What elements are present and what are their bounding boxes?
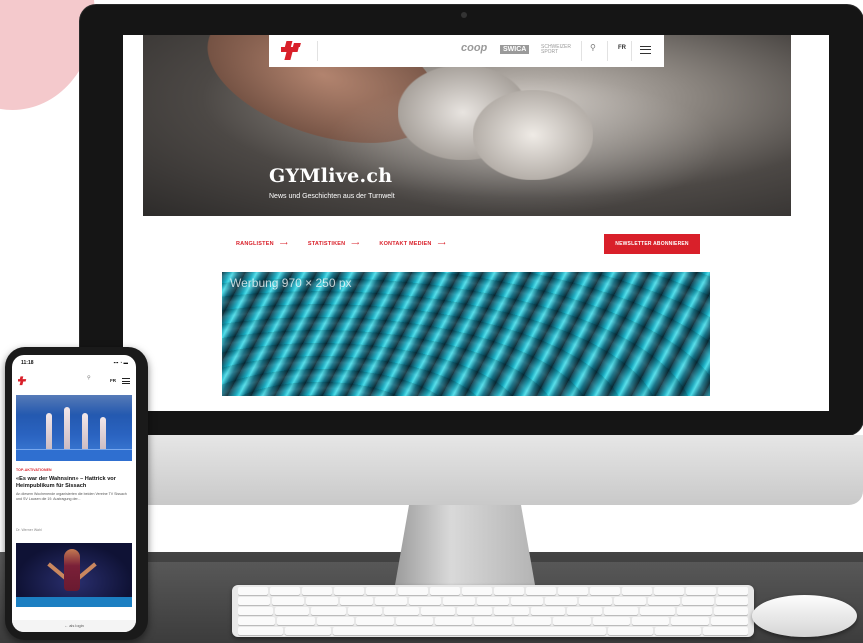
link-kontakt-medien[interactable]: KONTAKT MEDIEN ⟶ bbox=[379, 241, 445, 247]
language-switch[interactable]: FR bbox=[110, 378, 116, 383]
ad-label: Werbung 970 × 250 px bbox=[230, 276, 352, 290]
article-author: Dr. Werner Wahl bbox=[16, 528, 42, 532]
article-title[interactable]: «Es war der Wahnsinn» – Hattrick vor Hei… bbox=[16, 476, 132, 490]
phone-bottom-bar: ← als login bbox=[12, 620, 136, 632]
newsletter-button[interactable]: NEWSLETTER ABONNIEREN bbox=[604, 234, 700, 254]
article-image[interactable] bbox=[16, 395, 132, 461]
phone-status-icons: ▪▪▪ ◔ ▬ bbox=[113, 360, 128, 365]
language-switch[interactable]: FR bbox=[618, 45, 626, 51]
product-mockup: GYMlive.ch News und Geschichten aus der … bbox=[0, 0, 863, 643]
article-tag[interactable]: TOP-AKTIVATIONEN bbox=[16, 468, 52, 472]
camera-dot bbox=[461, 12, 467, 18]
site-title: GYMlive.ch bbox=[269, 165, 393, 187]
ad-banner[interactable]: Werbung 970 × 250 px bbox=[222, 272, 710, 396]
search-icon[interactable]: ⚲ bbox=[87, 375, 91, 381]
stv-logo-icon[interactable] bbox=[18, 375, 30, 387]
stv-logo-icon[interactable] bbox=[281, 39, 307, 63]
site-subtitle: News und Geschichten aus der Turnwelt bbox=[269, 193, 395, 200]
phone-time: 11:18 bbox=[21, 360, 34, 366]
article-image[interactable] bbox=[16, 543, 132, 607]
search-icon[interactable]: ⚲ bbox=[590, 43, 596, 52]
menu-icon[interactable] bbox=[640, 46, 651, 54]
link-ranglisten[interactable]: RANGLISTEN ⟶ bbox=[236, 241, 288, 247]
desktop-screen: GYMlive.ch News und Geschichten aus der … bbox=[123, 35, 829, 411]
sponsor-coop[interactable]: coop bbox=[461, 42, 487, 54]
sponsor-schweizer-sport[interactable]: SCHWEIZER SPORT bbox=[541, 45, 573, 55]
imac-chin bbox=[84, 435, 863, 505]
imac-stand bbox=[395, 505, 535, 585]
mouse bbox=[752, 595, 857, 637]
menu-icon[interactable] bbox=[122, 378, 130, 384]
keyboard bbox=[232, 585, 754, 637]
phone-screen: 11:18 ▪▪▪ ◔ ▬ ⚲ FR TOP-AKTIVATIONEN «Es … bbox=[12, 355, 136, 632]
article-teaser: An diesem Wochenende organisierten die b… bbox=[16, 492, 127, 501]
quick-links: RANGLISTEN ⟶ STATISTIKEN ⟶ KONTAKT MEDIEN ⟶ bbox=[236, 241, 446, 247]
sponsor-swica[interactable]: SWICA bbox=[500, 45, 530, 54]
top-navbar: coop SWICA SCHWEIZER SPORT ⚲ FR bbox=[269, 35, 664, 67]
link-statistiken[interactable]: STATISTIKEN ⟶ bbox=[308, 241, 360, 247]
